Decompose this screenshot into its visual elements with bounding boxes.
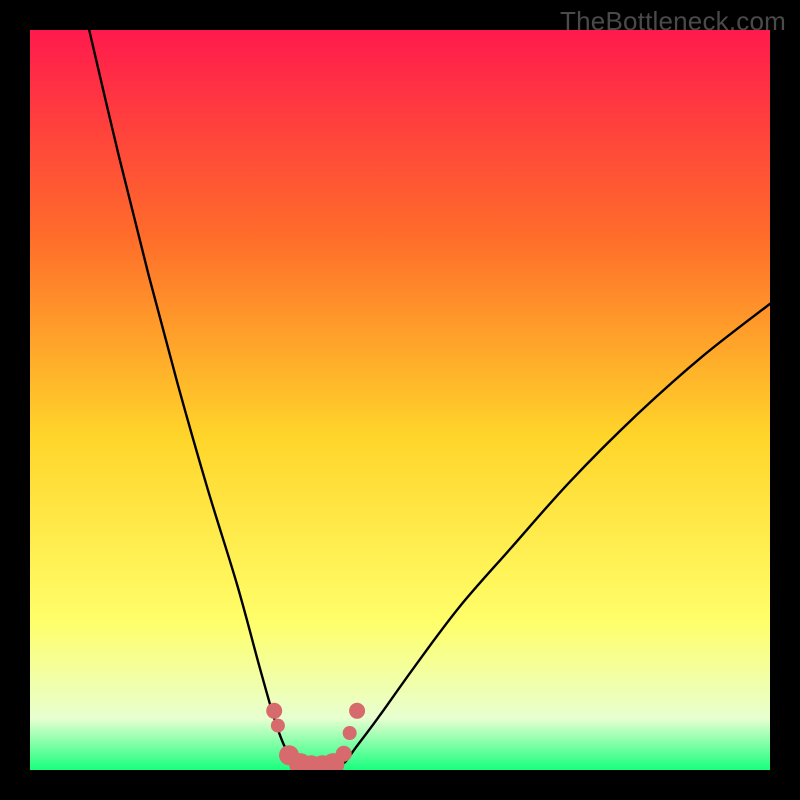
bottleneck-plot bbox=[30, 30, 770, 770]
valley-marker bbox=[266, 703, 282, 719]
gradient-background bbox=[30, 30, 770, 770]
plot-svg bbox=[30, 30, 770, 770]
chart-frame: { "watermark": "TheBottleneck.com", "col… bbox=[0, 0, 800, 800]
valley-marker bbox=[343, 726, 357, 740]
valley-marker bbox=[271, 719, 285, 733]
valley-marker bbox=[336, 746, 352, 762]
valley-marker bbox=[349, 703, 365, 719]
